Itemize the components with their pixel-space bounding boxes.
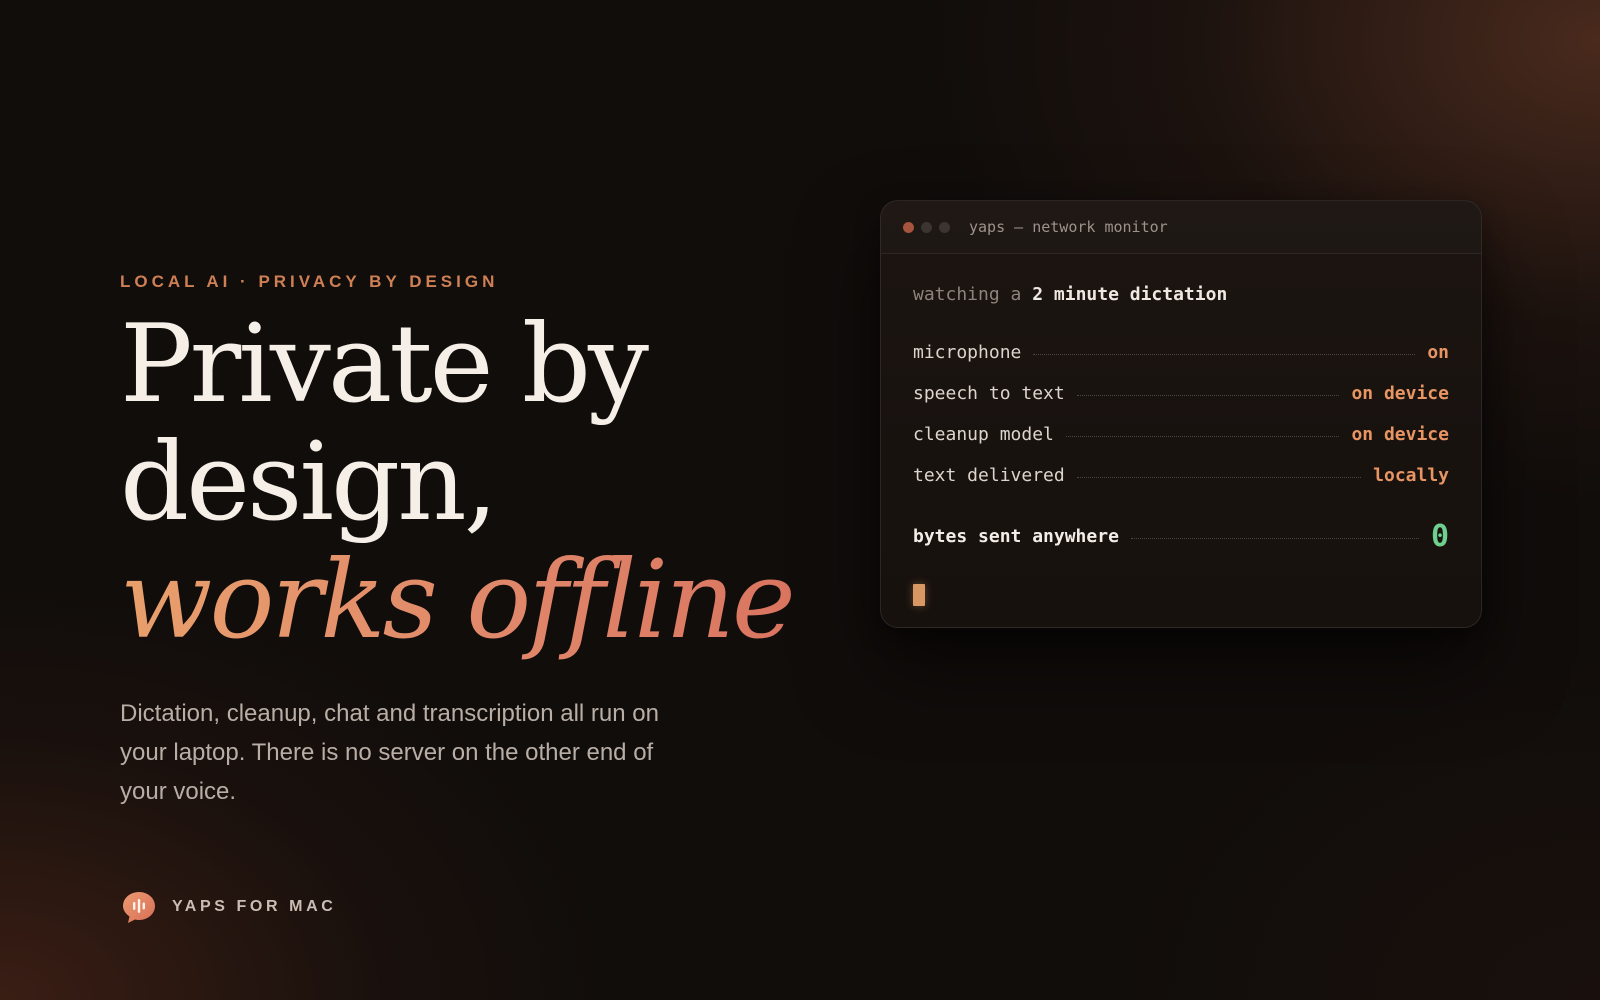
monitor-row-label: text delivered [913, 465, 1065, 486]
monitor-row-value: on device [1351, 424, 1449, 445]
headline-line-1: Private by [120, 302, 649, 427]
monitor-row-bytes-sent: bytes sent anywhere 0 [913, 514, 1449, 558]
monitor-row-label: cleanup model [913, 424, 1054, 445]
monitor-row-value: on [1427, 342, 1449, 363]
page-title: Private by design, works offline [120, 306, 820, 660]
window-title: yaps — network monitor [969, 218, 1168, 236]
watching-prefix: watching a [913, 284, 1022, 305]
monitor-row-cleanup-model: cleanup model on device [913, 414, 1449, 455]
hero-description: Dictation, cleanup, chat and transcripti… [120, 700, 659, 805]
headline-accent: works offline [120, 542, 820, 660]
terminal-body: watching a 2 minute dictation microphone… [881, 254, 1481, 606]
bytes-sent-value: 0 [1430, 518, 1449, 554]
brand-label: YAPS FOR MAC [172, 898, 337, 915]
monitor-row-value: on device [1351, 383, 1449, 404]
zoom-dot-icon[interactable] [939, 221, 950, 233]
minimize-dot-icon[interactable] [921, 221, 932, 233]
dotted-leader [1130, 537, 1419, 539]
monitor-row-value: locally [1373, 465, 1449, 486]
bytes-sent-label: bytes sent anywhere [913, 525, 1119, 547]
terminal-cursor [913, 584, 925, 606]
close-dot-icon[interactable] [903, 221, 914, 233]
monitor-row-text-delivered: text delivered locally [913, 455, 1449, 496]
monitor-row-microphone: microphone on [913, 332, 1449, 373]
monitor-row-label: speech to text [913, 383, 1065, 404]
eyebrow-label: LOCAL AI · PRIVACY BY DESIGN [120, 272, 499, 291]
monitor-row-label: microphone [913, 342, 1022, 363]
watching-subject: 2 minute dictation [1032, 284, 1228, 305]
headline-line-2: design, [120, 420, 498, 545]
brand-lockup: YAPS FOR MAC [122, 888, 336, 926]
network-monitor-window: yaps — network monitor watching a 2 minu… [880, 200, 1482, 628]
dotted-leader [1076, 477, 1362, 478]
dotted-leader [1065, 436, 1340, 437]
hero-section: LOCAL AI · PRIVACY BY DESIGN Private by … [120, 268, 820, 811]
watching-status: watching a 2 minute dictation [913, 280, 1449, 310]
dotted-leader [1076, 395, 1340, 396]
monitor-row-speech-to-text: speech to text on device [913, 373, 1449, 414]
dotted-leader [1033, 354, 1416, 355]
speech-bubble-waveform-icon [122, 890, 156, 924]
window-titlebar: yaps — network monitor [881, 201, 1481, 254]
